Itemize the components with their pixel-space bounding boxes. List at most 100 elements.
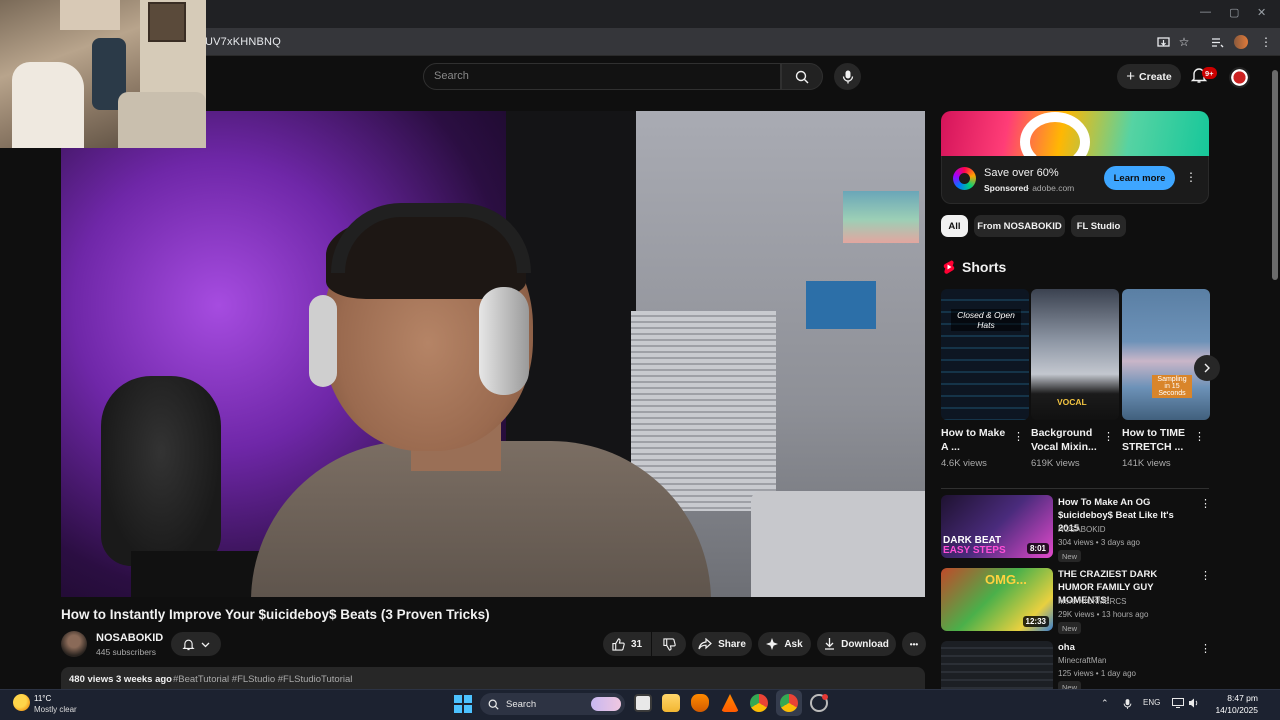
maximize-button[interactable]: ▢	[1229, 6, 1239, 19]
notification-badge: 9+	[1202, 67, 1217, 79]
search-input[interactable]	[434, 70, 764, 82]
video-menu-icon[interactable]: ⋮	[1200, 642, 1211, 655]
learn-more-button[interactable]: Learn more	[1104, 166, 1175, 190]
close-window-button[interactable]: ✕	[1257, 6, 1266, 19]
short-thumbnail[interactable]: Sampling in 15 Seconds	[1122, 289, 1210, 420]
share-button[interactable]: Share	[692, 632, 752, 656]
voice-search-button[interactable]	[834, 63, 861, 90]
short-views: 4.6K views	[941, 458, 987, 469]
hashtags[interactable]: #BeatTutorial #FLStudio #FLStudioTutoria…	[173, 674, 352, 685]
clock-date[interactable]: 14/10/2025	[1207, 705, 1258, 715]
video-channel[interactable]: NOSABOKID	[1058, 525, 1106, 534]
video-channel[interactable]: MinecraftMan	[1058, 656, 1106, 665]
short-title[interactable]: How to Make A ...	[941, 426, 1013, 454]
show-desktop-button[interactable]	[1265, 696, 1273, 710]
view-count-date: 480 views 3 weeks ago	[69, 674, 172, 685]
volume-icon[interactable]	[1188, 698, 1199, 710]
webcam-overlay	[0, 0, 206, 148]
network-icon[interactable]	[1172, 698, 1184, 710]
browser-menu-icon[interactable]: ⋮	[1258, 34, 1274, 50]
url-text[interactable]: UV7xKHNBNQ	[205, 36, 281, 48]
create-button[interactable]: + Create	[1117, 64, 1181, 89]
weather-icon[interactable]	[13, 694, 30, 711]
chrome-icon[interactable]	[780, 694, 798, 712]
video-menu-icon[interactable]: ⋮	[1200, 497, 1211, 510]
search-box[interactable]	[423, 63, 781, 90]
task-view-icon[interactable]	[634, 694, 652, 712]
microphone-icon[interactable]	[1123, 698, 1132, 712]
short-menu-icon[interactable]: ⋮	[1103, 430, 1114, 443]
fl-studio-icon[interactable]	[691, 694, 709, 712]
share-icon	[698, 638, 712, 650]
scrollbar-thumb[interactable]	[1272, 70, 1278, 280]
install-app-icon[interactable]	[1155, 34, 1171, 50]
file-explorer-icon[interactable]	[662, 694, 680, 712]
taskbar-search-label: Search	[506, 698, 537, 710]
new-badge: New	[1058, 622, 1082, 634]
short-thumbnail[interactable]: VOCAL	[1031, 289, 1119, 420]
thumbs-down-icon	[662, 637, 676, 651]
like-button[interactable]: 31	[603, 632, 651, 656]
short-title[interactable]: Background Vocal Mixin...	[1031, 426, 1103, 454]
clock-time[interactable]: 8:47 pm	[1222, 693, 1258, 703]
create-label: Create	[1139, 70, 1172, 83]
chrome-icon[interactable]	[750, 694, 768, 712]
chip-from-channel[interactable]: From NOSABOKID	[974, 215, 1065, 237]
ask-button[interactable]: Ask	[758, 632, 811, 656]
video-thumbnail[interactable]: OMG... 12:33	[941, 568, 1053, 631]
bell-icon	[182, 639, 195, 650]
download-button[interactable]: Download	[817, 632, 896, 656]
minimize-button[interactable]: —	[1200, 6, 1211, 18]
chip-fl-studio[interactable]: FL Studio	[1071, 215, 1126, 237]
short-title[interactable]: How to TIME STRETCH ...	[1122, 426, 1194, 454]
channel-name[interactable]: NOSABOKID	[96, 632, 163, 644]
ad-menu-icon[interactable]: ⋮	[1185, 170, 1197, 184]
chevron-right-icon	[1204, 363, 1210, 373]
video-title: How to Instantly Improve Your $uicideboy…	[61, 607, 490, 622]
weather-temperature[interactable]: 11°C	[34, 694, 51, 703]
thumbnail-text: OMG...	[985, 572, 1027, 587]
search-button[interactable]	[781, 63, 823, 90]
sponsored-label: Sponsored	[984, 183, 1029, 193]
short-menu-icon[interactable]: ⋮	[1013, 430, 1024, 443]
windows-start-button[interactable]	[454, 695, 472, 713]
search-icon	[488, 699, 499, 710]
shorts-icon	[941, 259, 957, 275]
ad-title: Save over 60%	[984, 167, 1059, 179]
video-channel[interactable]: More NICKMERCS	[1058, 597, 1126, 606]
taskbar-search[interactable]: Search	[480, 693, 625, 715]
more-actions-button[interactable]: •••	[902, 632, 926, 656]
new-badge: New	[1058, 550, 1082, 562]
thumbnail-text: EASY STEPS	[943, 545, 1006, 556]
language-indicator[interactable]: ENG	[1143, 698, 1160, 707]
video-meta: 125 views • 1 day ago	[1058, 669, 1136, 678]
bookmark-star-icon[interactable]: ☆	[1176, 34, 1192, 50]
chip-all[interactable]: All	[941, 215, 968, 237]
dislike-button[interactable]	[652, 632, 686, 656]
account-avatar[interactable]	[1229, 67, 1250, 88]
video-menu-icon[interactable]: ⋮	[1200, 569, 1211, 582]
short-thumb-caption: Sampling in 15 Seconds	[1152, 375, 1192, 398]
short-thumbnail[interactable]: Closed & Open Hats	[941, 289, 1029, 420]
download-icon	[825, 638, 835, 650]
more-actions-label: •••	[909, 639, 919, 649]
tray-chevron-up-icon[interactable]: ⌃	[1101, 698, 1109, 709]
channel-avatar[interactable]	[61, 631, 87, 657]
weather-description[interactable]: Mostly clear	[34, 705, 77, 714]
search-highlight-icon	[591, 697, 621, 711]
video-thumbnail[interactable]: DARK BEAT EASY STEPS 8:01	[941, 495, 1053, 558]
video-title-link[interactable]: oha	[1058, 641, 1194, 654]
profile-avatar[interactable]	[1234, 35, 1248, 49]
video-player[interactable]	[61, 111, 925, 597]
subscription-bell-button[interactable]	[171, 632, 221, 656]
shorts-section-title: Shorts	[962, 259, 1007, 275]
reading-list-icon[interactable]	[1209, 34, 1225, 50]
short-menu-icon[interactable]: ⋮	[1194, 430, 1205, 443]
shorts-next-button[interactable]	[1194, 355, 1220, 381]
thumbs-up-icon	[612, 637, 625, 651]
microphone-icon	[842, 70, 853, 83]
short-views: 141K views	[1122, 458, 1171, 469]
video-duration: 8:01	[1026, 543, 1049, 554]
notification-dot	[822, 694, 828, 700]
download-label: Download	[841, 638, 889, 650]
